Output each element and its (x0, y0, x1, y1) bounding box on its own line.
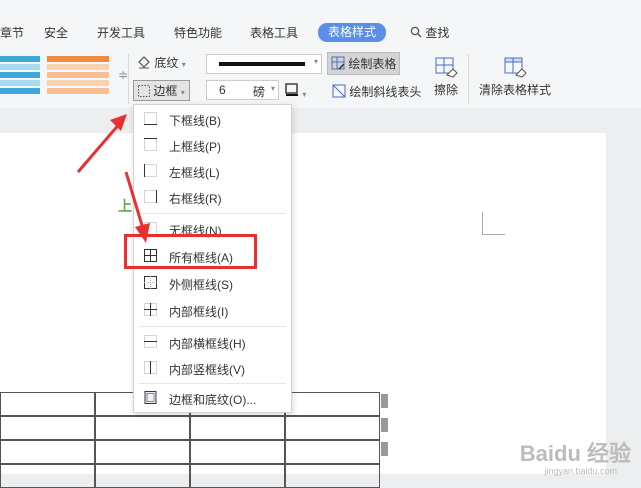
watermark-url: jingyan.baidu.com (544, 466, 617, 476)
arrow-to-all-borders-item (124, 171, 150, 243)
watermark: Baidu 经验 (519, 441, 631, 466)
annotation-arrows (76, 114, 150, 243)
arrow-to-border-button (76, 114, 127, 173)
